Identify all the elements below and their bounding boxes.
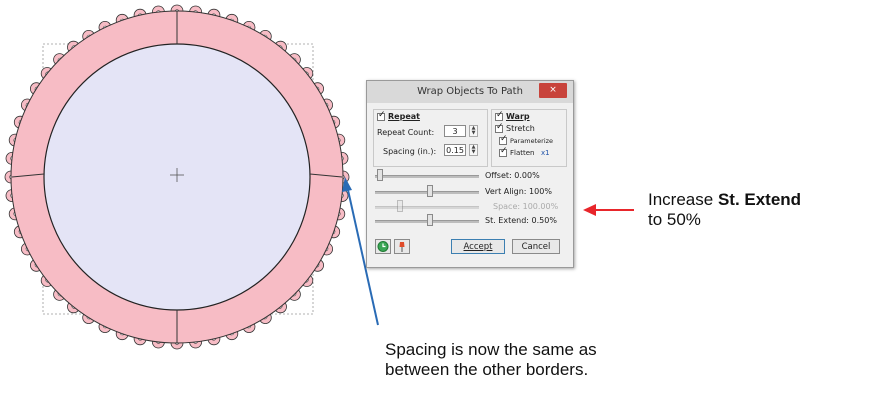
increase-bold: St. Extend [717,190,802,209]
spacing-note-line2: between the other borders. [385,360,589,379]
space-label: Space: 100.00% [493,202,559,211]
parameterize-label: Parameterize [510,137,554,145]
flatten-multiplier: x1 [541,149,550,157]
repeat-count-input[interactable]: 3 [444,125,466,137]
cancel-button-label: Cancel [521,242,551,252]
accept-button[interactable]: Accept [451,239,505,254]
pin-icon [399,242,405,252]
close-button[interactable]: × [539,83,567,98]
warp-label: Warp [506,112,530,121]
repeat-count-spinner[interactable]: ▲ ▼ [469,125,478,137]
repeat-count-label: Repeat Count: [377,128,435,137]
spacing-spinner[interactable]: ▲ ▼ [469,144,478,156]
increase-annotation: Increase St. Extend to 50% [648,190,801,230]
spacing-input[interactable]: 0.15 [444,144,466,156]
wrap-objects-dialog: Wrap Objects To Path × Repeat Repeat Cou… [366,80,574,268]
st-extend-label: St. Extend: 0.50% [485,216,557,225]
offset-label: Offset: 0.00% [485,171,540,180]
cancel-button[interactable]: Cancel [512,239,560,254]
flatten-checkbox[interactable] [499,146,508,157]
offset-slider-track[interactable] [375,175,479,178]
flatten-label: Flatten [510,149,535,157]
spacing-label: Spacing (in.): [383,147,437,156]
clock-button[interactable] [375,239,391,254]
increase-suffix: to 50% [648,210,701,229]
vert-align-slider-thumb[interactable] [427,185,433,197]
space-slider-track [375,206,479,209]
vert-align-label: Vert Align: 100% [485,187,552,196]
repeat-label: Repeat [388,112,420,121]
red-callout-arrow [583,204,634,216]
offset-slider-thumb[interactable] [377,169,383,181]
repeat-checkbox[interactable] [377,110,386,121]
pin-button[interactable] [394,239,410,254]
parameterize-checkbox[interactable] [499,134,508,145]
spacing-note: Spacing is now the same as between the o… [385,340,597,380]
stretch-label: Stretch [506,124,535,133]
dialog-titlebar[interactable]: Wrap Objects To Path × [367,81,573,103]
warp-checkbox[interactable] [495,110,504,121]
clock-icon [377,241,389,252]
accept-button-label: Accept [463,242,493,252]
st-extend-slider-thumb[interactable] [427,214,433,226]
space-slider-thumb [397,200,403,212]
stretch-checkbox[interactable] [495,122,504,133]
spacing-note-line1: Spacing is now the same as [385,340,597,359]
increase-prefix: Increase [648,190,718,209]
